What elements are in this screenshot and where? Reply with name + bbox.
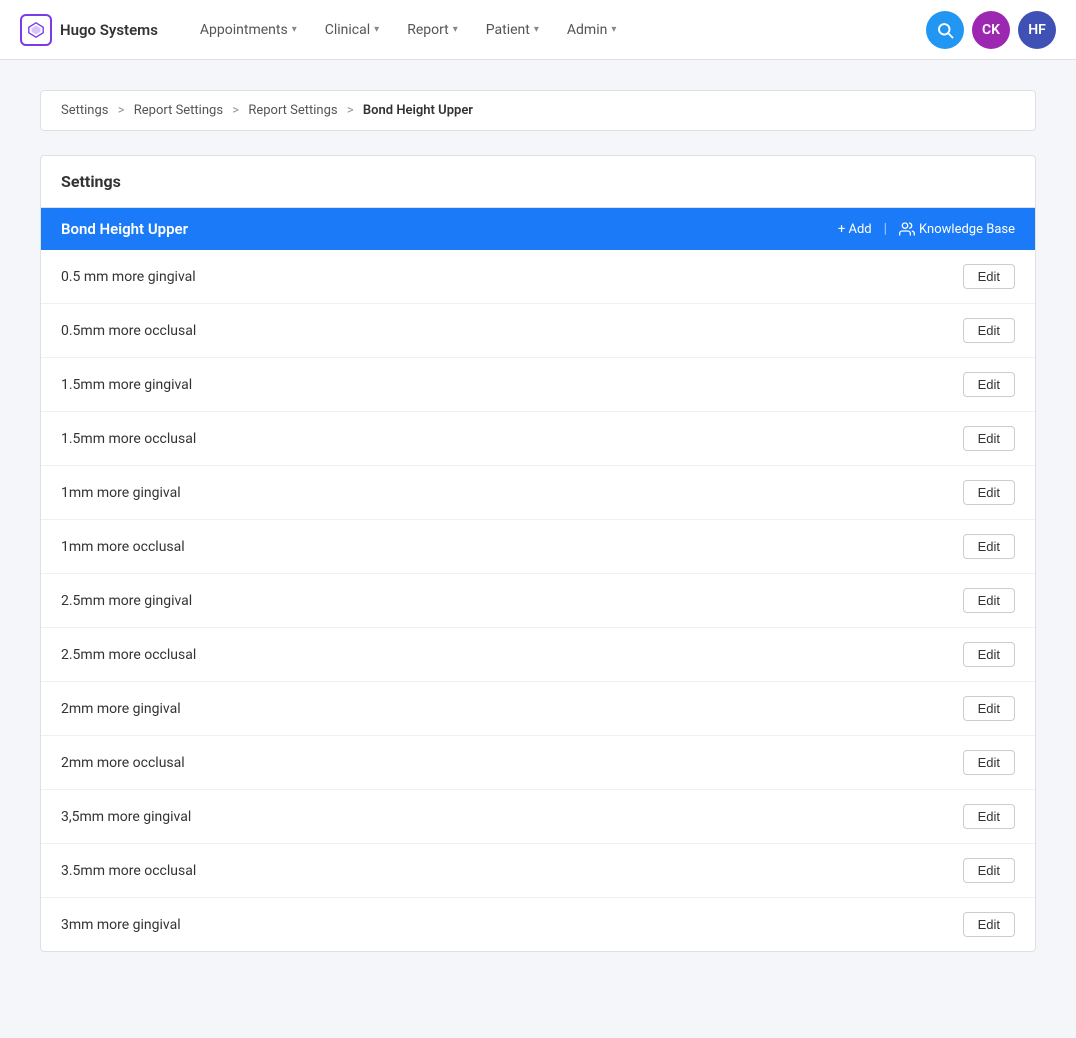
list-item: 2.5mm more occlusal Edit xyxy=(41,628,1035,682)
breadcrumb-report-settings-2[interactable]: Report Settings xyxy=(248,103,337,118)
list-item: 2.5mm more gingival Edit xyxy=(41,574,1035,628)
edit-button[interactable]: Edit xyxy=(963,426,1015,451)
breadcrumb-settings[interactable]: Settings xyxy=(61,103,108,118)
user-ck-avatar[interactable]: CK xyxy=(972,11,1010,49)
breadcrumb: Settings > Report Settings > Report Sett… xyxy=(40,90,1036,131)
breadcrumb-current: Bond Height Upper xyxy=(363,103,473,118)
main-content: Settings > Report Settings > Report Sett… xyxy=(0,60,1076,982)
list-item-label: 1mm more occlusal xyxy=(61,539,185,555)
list-item-label: 0.5 mm more gingival xyxy=(61,269,196,285)
nav-menu: Appointments ▾ Clinical ▾ Report ▾ Patie… xyxy=(188,14,628,46)
breadcrumb-separator: > xyxy=(347,103,354,118)
list-item-label: 2.5mm more occlusal xyxy=(61,647,196,663)
list-item-label: 1.5mm more occlusal xyxy=(61,431,196,447)
list-item-label: 3mm more gingival xyxy=(61,917,181,933)
edit-button[interactable]: Edit xyxy=(963,912,1015,937)
list-item-label: 2mm more occlusal xyxy=(61,755,185,771)
nav-item-patient[interactable]: Patient ▾ xyxy=(474,14,551,46)
nav-item-report[interactable]: Report ▾ xyxy=(395,14,470,46)
edit-button[interactable]: Edit xyxy=(963,480,1015,505)
edit-button[interactable]: Edit xyxy=(963,264,1015,289)
list-item: 3mm more gingival Edit xyxy=(41,898,1035,951)
list-item: 0.5 mm more gingival Edit xyxy=(41,250,1035,304)
header-separator: | xyxy=(884,221,887,237)
nav-item-appointments[interactable]: Appointments ▾ xyxy=(188,14,309,46)
chevron-down-icon: ▾ xyxy=(611,24,616,35)
header-row-actions: + Add | Knowledge Base xyxy=(838,221,1015,237)
list-item: 2mm more gingival Edit xyxy=(41,682,1035,736)
list-item: 1.5mm more gingival Edit xyxy=(41,358,1035,412)
navbar: Hugo Systems Appointments ▾ Clinical ▾ R… xyxy=(0,0,1076,60)
logo-icon xyxy=(20,14,52,46)
chevron-down-icon: ▾ xyxy=(292,24,297,35)
settings-section-title: Settings xyxy=(41,156,1035,208)
navbar-left: Hugo Systems Appointments ▾ Clinical ▾ R… xyxy=(20,14,628,46)
list-item-label: 1mm more gingival xyxy=(61,485,181,501)
edit-button[interactable]: Edit xyxy=(963,534,1015,559)
list-item-label: 2.5mm more gingival xyxy=(61,593,192,609)
list-item-label: 3.5mm more occlusal xyxy=(61,863,196,879)
chevron-down-icon: ▾ xyxy=(534,24,539,35)
nav-item-clinical[interactable]: Clinical ▾ xyxy=(313,14,391,46)
logo: Hugo Systems xyxy=(20,14,158,46)
list-item: 0.5mm more occlusal Edit xyxy=(41,304,1035,358)
nav-item-admin[interactable]: Admin ▾ xyxy=(555,14,628,46)
edit-button[interactable]: Edit xyxy=(963,858,1015,883)
edit-button[interactable]: Edit xyxy=(963,372,1015,397)
edit-button[interactable]: Edit xyxy=(963,642,1015,667)
navbar-right: CK HF xyxy=(926,11,1056,49)
knowledge-base-icon xyxy=(899,221,915,237)
breadcrumb-separator: > xyxy=(118,103,125,118)
header-row: Bond Height Upper + Add | Knowledge Base xyxy=(41,208,1035,250)
edit-button[interactable]: Edit xyxy=(963,318,1015,343)
list-item-label: 0.5mm more occlusal xyxy=(61,323,196,339)
edit-button[interactable]: Edit xyxy=(963,804,1015,829)
chevron-down-icon: ▾ xyxy=(374,24,379,35)
list-item: 3.5mm more occlusal Edit xyxy=(41,844,1035,898)
user-hf-avatar[interactable]: HF xyxy=(1018,11,1056,49)
knowledge-base-button[interactable]: Knowledge Base xyxy=(899,221,1015,237)
edit-button[interactable]: Edit xyxy=(963,750,1015,775)
chevron-down-icon: ▾ xyxy=(453,24,458,35)
list-item-label: 2mm more gingival xyxy=(61,701,181,717)
edit-button[interactable]: Edit xyxy=(963,588,1015,613)
list-item-label: 3,5mm more gingival xyxy=(61,809,191,825)
add-button[interactable]: + Add xyxy=(838,222,872,237)
settings-list: 0.5 mm more gingival Edit 0.5mm more occ… xyxy=(41,250,1035,951)
list-item: 1mm more gingival Edit xyxy=(41,466,1035,520)
list-item-label: 1.5mm more gingival xyxy=(61,377,192,393)
logo-text: Hugo Systems xyxy=(60,21,158,39)
list-item: 1.5mm more occlusal Edit xyxy=(41,412,1035,466)
breadcrumb-report-settings-1[interactable]: Report Settings xyxy=(134,103,223,118)
list-item: 2mm more occlusal Edit xyxy=(41,736,1035,790)
list-item: 3,5mm more gingival Edit xyxy=(41,790,1035,844)
settings-card: Settings Bond Height Upper + Add | Knowl… xyxy=(40,155,1036,952)
search-button[interactable] xyxy=(926,11,964,49)
edit-button[interactable]: Edit xyxy=(963,696,1015,721)
header-row-title: Bond Height Upper xyxy=(61,220,188,238)
breadcrumb-separator: > xyxy=(232,103,239,118)
list-item: 1mm more occlusal Edit xyxy=(41,520,1035,574)
